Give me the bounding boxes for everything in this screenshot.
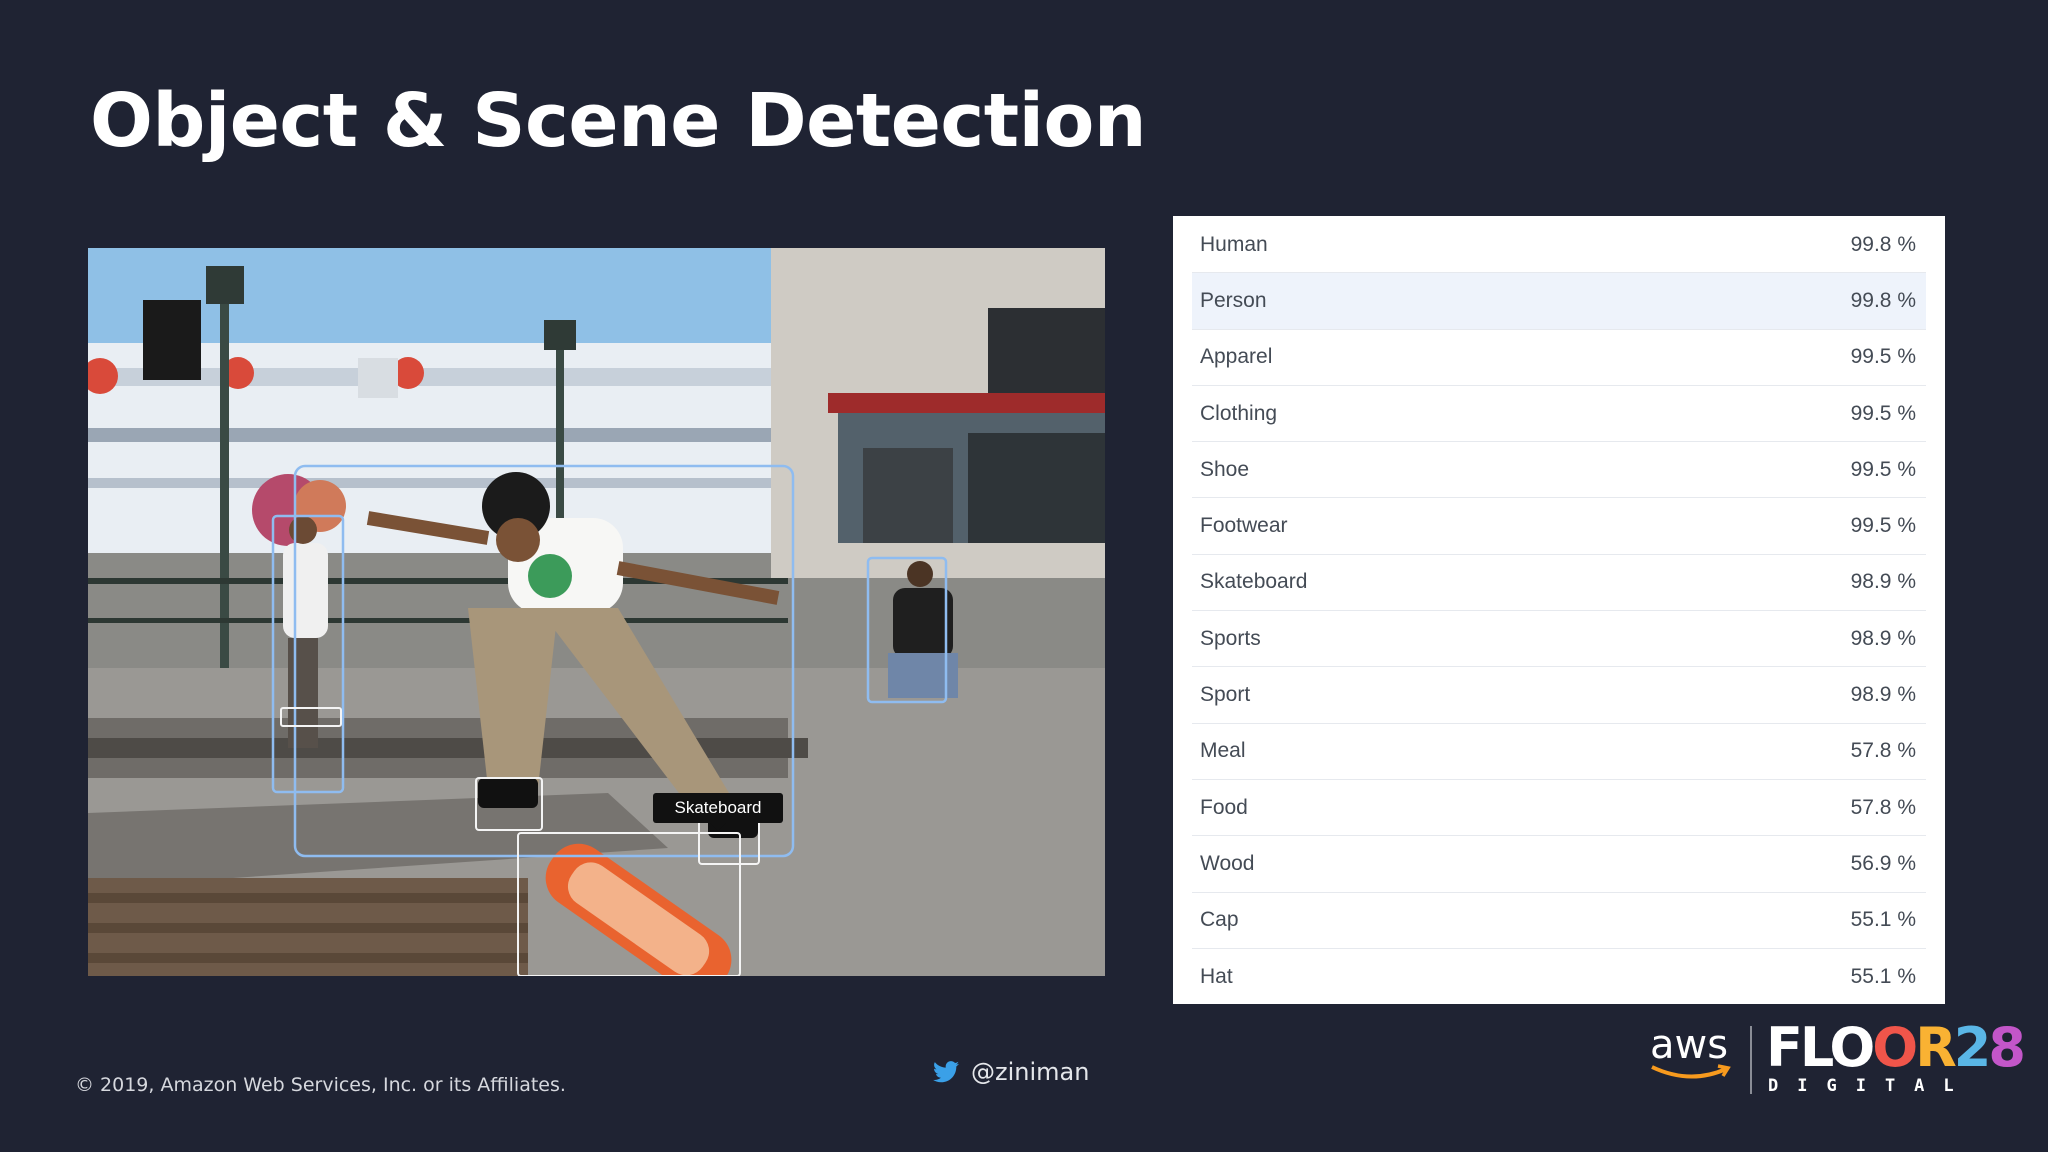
label-confidence: 55.1 % (1850, 964, 1916, 988)
label-confidence: 99.5 % (1850, 345, 1916, 369)
floor28-logo: FLOOR28 DIGITAL (1766, 1016, 2026, 1100)
label-row[interactable]: Hat 55.1 % (1192, 949, 1926, 1004)
label-name: Food (1200, 795, 1248, 819)
skateboard-detection-label: Skateboard (653, 793, 783, 831)
copyright-text: © 2019, Amazon Web Services, Inc. or its… (75, 1074, 566, 1096)
photo-scene (88, 248, 1105, 976)
label-row[interactable]: Sports 98.9 % (1192, 611, 1926, 668)
logo-divider (1750, 1026, 1752, 1094)
label-name: Meal (1200, 739, 1246, 763)
label-row[interactable]: Human 99.8 % (1192, 217, 1926, 274)
label-name: Skateboard (1200, 570, 1308, 594)
label-row[interactable]: Apparel 99.5 % (1192, 330, 1926, 386)
aws-smile-icon (1651, 1064, 1731, 1079)
label-confidence: 57.8 % (1850, 739, 1916, 763)
label-row[interactable]: Wood 56.9 % (1192, 836, 1926, 893)
label-row[interactable]: Cap 55.1 % (1192, 893, 1926, 949)
twitter-handle-text: @ziniman (971, 1058, 1090, 1086)
label-row[interactable]: Sport 98.9 % (1192, 667, 1926, 724)
label-row[interactable]: Footwear 99.5 % (1192, 498, 1926, 555)
aws-logo-text: aws (1650, 1022, 1729, 1068)
twitter-handle[interactable]: @ziniman (933, 1058, 1089, 1086)
floor28-logo-text: FLOOR28 (1766, 1016, 2026, 1079)
label-row[interactable]: Shoe 99.5 % (1192, 442, 1926, 499)
label-confidence: 56.9 % (1850, 851, 1916, 875)
label-confidence: 57.8 % (1850, 795, 1916, 819)
label-row[interactable]: Meal 57.8 % (1192, 724, 1926, 780)
floor28-logo-subtext: DIGITAL (1768, 1076, 1973, 1096)
label-confidence: 98.9 % (1850, 626, 1916, 650)
detection-photo: Skateboard (88, 248, 1105, 976)
label-confidence: 99.5 % (1850, 457, 1916, 481)
aws-logo: aws (1650, 1022, 1732, 1092)
label-row[interactable]: Clothing 99.5 % (1192, 386, 1926, 443)
label-name: Shoe (1200, 457, 1250, 481)
label-row[interactable]: Food 57.8 % (1192, 780, 1926, 837)
label-row[interactable]: Person 99.8 % (1192, 273, 1926, 330)
label-row[interactable]: Skateboard 98.9 % (1192, 555, 1926, 612)
slide-title: Object & Scene Detection (90, 78, 1147, 164)
label-name: Hat (1200, 964, 1233, 988)
label-confidence: 99.5 % (1850, 401, 1916, 425)
label-confidence: 99.8 % (1850, 232, 1916, 256)
label-name: Apparel (1200, 345, 1273, 369)
label-confidence: 99.8 % (1850, 288, 1916, 312)
twitter-bird-icon (933, 1061, 959, 1083)
label-confidence: 55.1 % (1850, 908, 1916, 932)
label-name: Person (1200, 288, 1267, 312)
label-name: Human (1200, 232, 1268, 256)
label-name: Footwear (1200, 514, 1288, 538)
label-confidence: 98.9 % (1850, 683, 1916, 707)
label-name: Wood (1200, 851, 1255, 875)
label-name: Clothing (1200, 401, 1278, 425)
label-confidence: 99.5 % (1850, 514, 1916, 538)
label-name: Cap (1200, 908, 1239, 932)
label-name: Sport (1200, 683, 1251, 707)
label-confidence: 98.9 % (1850, 570, 1916, 594)
label-name: Sports (1200, 626, 1261, 650)
labels-table: Human 99.8 % Person 99.8 % Apparel 99.5 % C… (1173, 216, 1945, 1004)
